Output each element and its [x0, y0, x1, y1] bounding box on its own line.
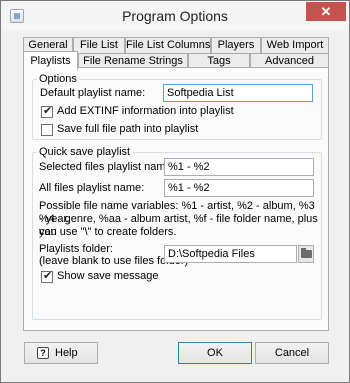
variables-hint-line-3: can use "\" to create folders.	[39, 226, 177, 238]
quick-save-group: Quick save playlist Selected files playl…	[32, 146, 322, 320]
default-playlist-name-field[interactable]: Softpedia List	[163, 84, 313, 102]
show-save-message-checkbox[interactable]: ✔	[41, 270, 53, 283]
ok-button[interactable]: OK	[178, 342, 252, 364]
help-icon: ?	[37, 347, 49, 359]
all-files-playlist-label: All files playlist name:	[39, 182, 145, 194]
folder-icon	[301, 248, 312, 258]
extinf-checkbox[interactable]: ✔	[41, 105, 53, 118]
cancel-button[interactable]: Cancel	[255, 342, 329, 364]
all-files-playlist-field[interactable]: %1 - %2	[164, 179, 314, 197]
close-button[interactable]: ✕	[306, 2, 346, 21]
selected-files-playlist-label: Selected files playlist name:	[39, 161, 175, 173]
selected-files-playlist-field[interactable]: %1 - %2	[164, 158, 314, 176]
default-playlist-name-label: Default playlist name:	[40, 87, 146, 99]
tab-web-import[interactable]: Web Import	[261, 37, 329, 53]
tab-playlists[interactable]: Playlists	[23, 51, 78, 70]
extinf-label: Add EXTINF information into playlist	[57, 105, 234, 117]
browse-folder-button[interactable]	[298, 245, 314, 263]
help-button[interactable]: ? Help	[24, 342, 98, 364]
tab-file-list[interactable]: File List	[73, 37, 125, 53]
tab-players[interactable]: Players	[211, 37, 261, 53]
options-dialog: Program Options ✕ General File List File…	[0, 0, 350, 383]
quick-save-group-title: Quick save playlist	[37, 146, 133, 158]
tab-file-list-columns[interactable]: File List Columns	[125, 37, 211, 53]
save-full-path-checkbox[interactable]	[41, 124, 53, 136]
options-group: Options Default playlist name: Softpedia…	[32, 73, 322, 140]
checkmark-icon: ✔	[43, 270, 53, 282]
checkmark-icon: ✔	[43, 105, 53, 117]
help-button-label: Help	[55, 347, 78, 359]
playlists-folder-field[interactable]: D:\Softpedia Files	[164, 245, 297, 263]
options-group-title: Options	[37, 73, 79, 85]
show-save-message-label: Show save message	[57, 270, 159, 282]
window-title: Program Options	[122, 8, 228, 24]
playlists-folder-label: Playlists folder:	[39, 243, 113, 255]
save-full-path-label: Save full file path into playlist	[57, 123, 199, 135]
playlists-panel: Options Default playlist name: Softpedia…	[23, 67, 329, 331]
title-bar: Program Options ✕	[1, 1, 349, 31]
